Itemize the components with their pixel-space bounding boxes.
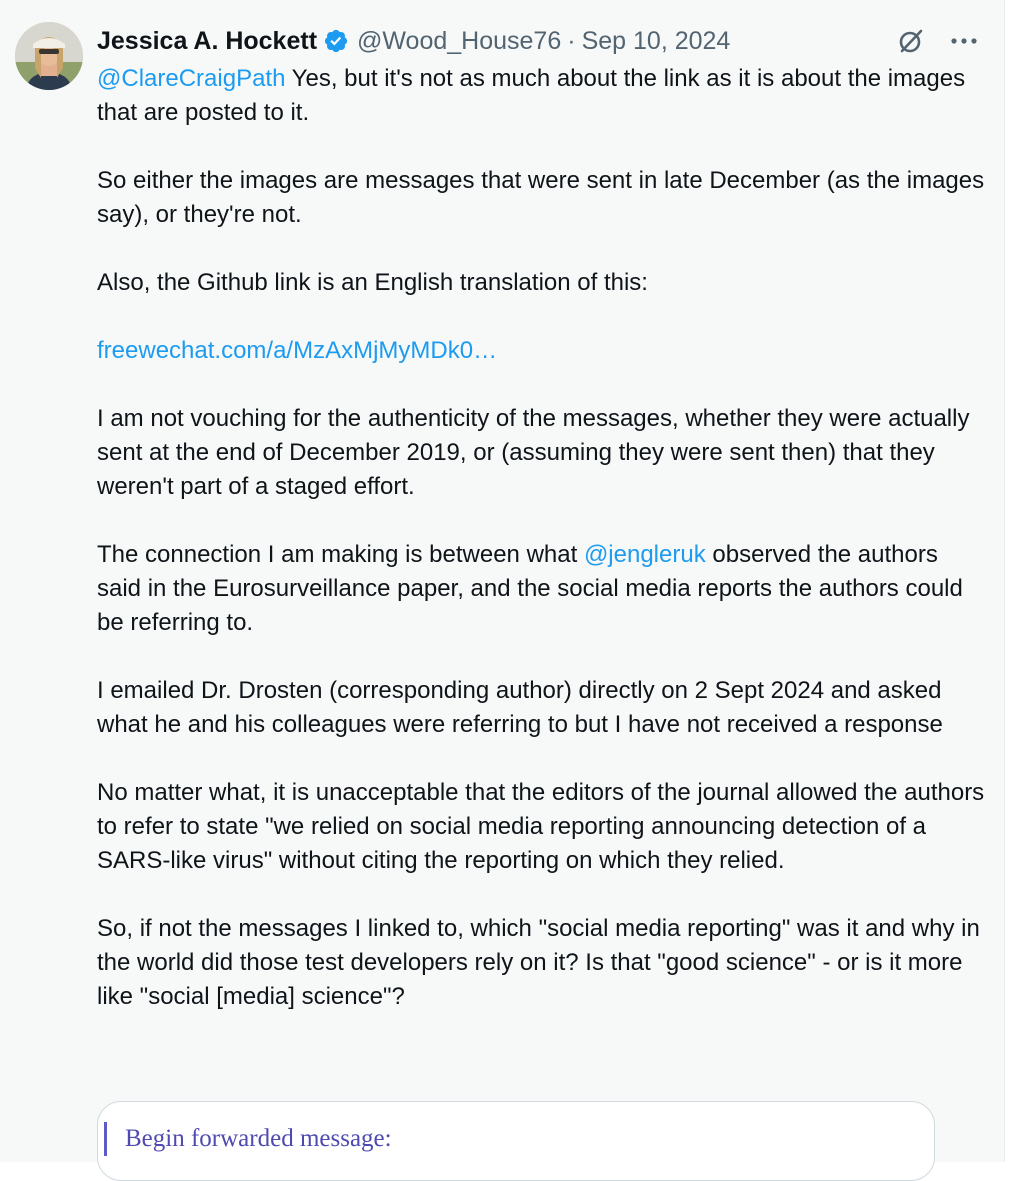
paragraph-1: @ClareCraigPath Yes, but it's not as muc…: [97, 62, 987, 130]
tweet-card[interactable]: Jessica A. Hockett @Wood_House76 · Sep 1…: [0, 0, 1005, 1181]
mention-clarecraigpath[interactable]: @ClareCraigPath: [97, 65, 285, 92]
freewechat-link[interactable]: freewechat.com/a/MzAxMjMyMDk0…: [97, 337, 497, 364]
more-icon[interactable]: [950, 36, 978, 46]
tweet-date[interactable]: Sep 10, 2024: [582, 27, 731, 56]
paragraph-9: So, if not the messages I linked to, whi…: [97, 915, 980, 1010]
grok-icon[interactable]: [896, 26, 926, 56]
author-name[interactable]: Jessica A. Hockett: [97, 27, 317, 56]
separator-dot: ·: [567, 26, 576, 55]
author-handle[interactable]: @Wood_House76: [357, 27, 561, 56]
paragraph-4: freewechat.com/a/MzAxMjMyMDk0…: [97, 334, 987, 368]
verified-badge-icon[interactable]: [323, 28, 349, 54]
avatar[interactable]: [15, 22, 83, 90]
mention-jengleruk[interactable]: @jengleruk: [584, 541, 706, 568]
paragraph-3: Also, the Github link is an English tran…: [97, 269, 648, 296]
tweet-text: @ClareCraigPath Yes, but it's not as muc…: [97, 62, 987, 1048]
avatar-photo: [15, 22, 83, 90]
paragraph-2: So either the images are messages that w…: [97, 167, 985, 228]
tweet-header: Jessica A. Hockett @Wood_House76 · Sep 1…: [97, 24, 984, 58]
forwarded-message-label: Begin forwarded message:: [104, 1122, 392, 1156]
paragraph-6: The connection I am making is between wh…: [97, 538, 987, 640]
paragraph-5: I am not vouching for the authenticity o…: [97, 405, 970, 500]
header-actions: [896, 24, 978, 58]
paragraph-8: No matter what, it is unacceptable that …: [97, 779, 985, 874]
attached-image-card[interactable]: Begin forwarded message:: [97, 1101, 935, 1181]
paragraph-6-before: The connection I am making is between wh…: [97, 541, 584, 568]
paragraph-7: I emailed Dr. Drosten (corresponding aut…: [97, 677, 943, 738]
